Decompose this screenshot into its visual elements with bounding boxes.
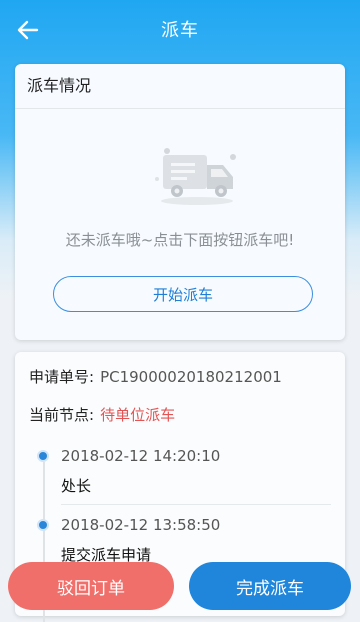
timeline-time: 2018-02-12 14:20:10 xyxy=(61,447,221,465)
truck-icon xyxy=(155,148,236,205)
current-node-value: 待单位派车 xyxy=(100,406,176,424)
top-bar: 派车 xyxy=(0,0,360,58)
timeline-dot xyxy=(37,450,49,462)
dispatch-status-card: 派车情况 还未派车哦~点击下面按钮派车吧! 开始派车 xyxy=(15,64,345,340)
dispatch-section-title: 派车情况 xyxy=(15,64,345,109)
page-title: 派车 xyxy=(161,20,199,41)
order-number-value: PC19000020180212001 xyxy=(100,368,282,386)
empty-dispatch-message: 还未派车哦~点击下面按钮派车吧! xyxy=(65,231,295,249)
complete-dispatch-button[interactable]: 完成派车 xyxy=(189,562,351,610)
timeline-time: 2018-02-12 13:58:50 xyxy=(61,516,221,534)
back-arrow-icon xyxy=(17,20,39,40)
back-button[interactable] xyxy=(12,14,44,46)
timeline-divider xyxy=(61,504,331,505)
order-number-label: 申请单号: xyxy=(29,368,95,386)
timeline-dot xyxy=(37,519,49,531)
current-node-label: 当前节点: xyxy=(29,406,95,424)
current-node-row: 当前节点: 待单位派车 xyxy=(29,404,175,425)
timeline-desc: 处长 xyxy=(61,477,92,495)
order-number-row: 申请单号: PC19000020180212001 xyxy=(29,366,282,387)
start-dispatch-button[interactable]: 开始派车 xyxy=(53,276,313,312)
reject-order-button[interactable]: 驳回订单 xyxy=(8,562,174,610)
